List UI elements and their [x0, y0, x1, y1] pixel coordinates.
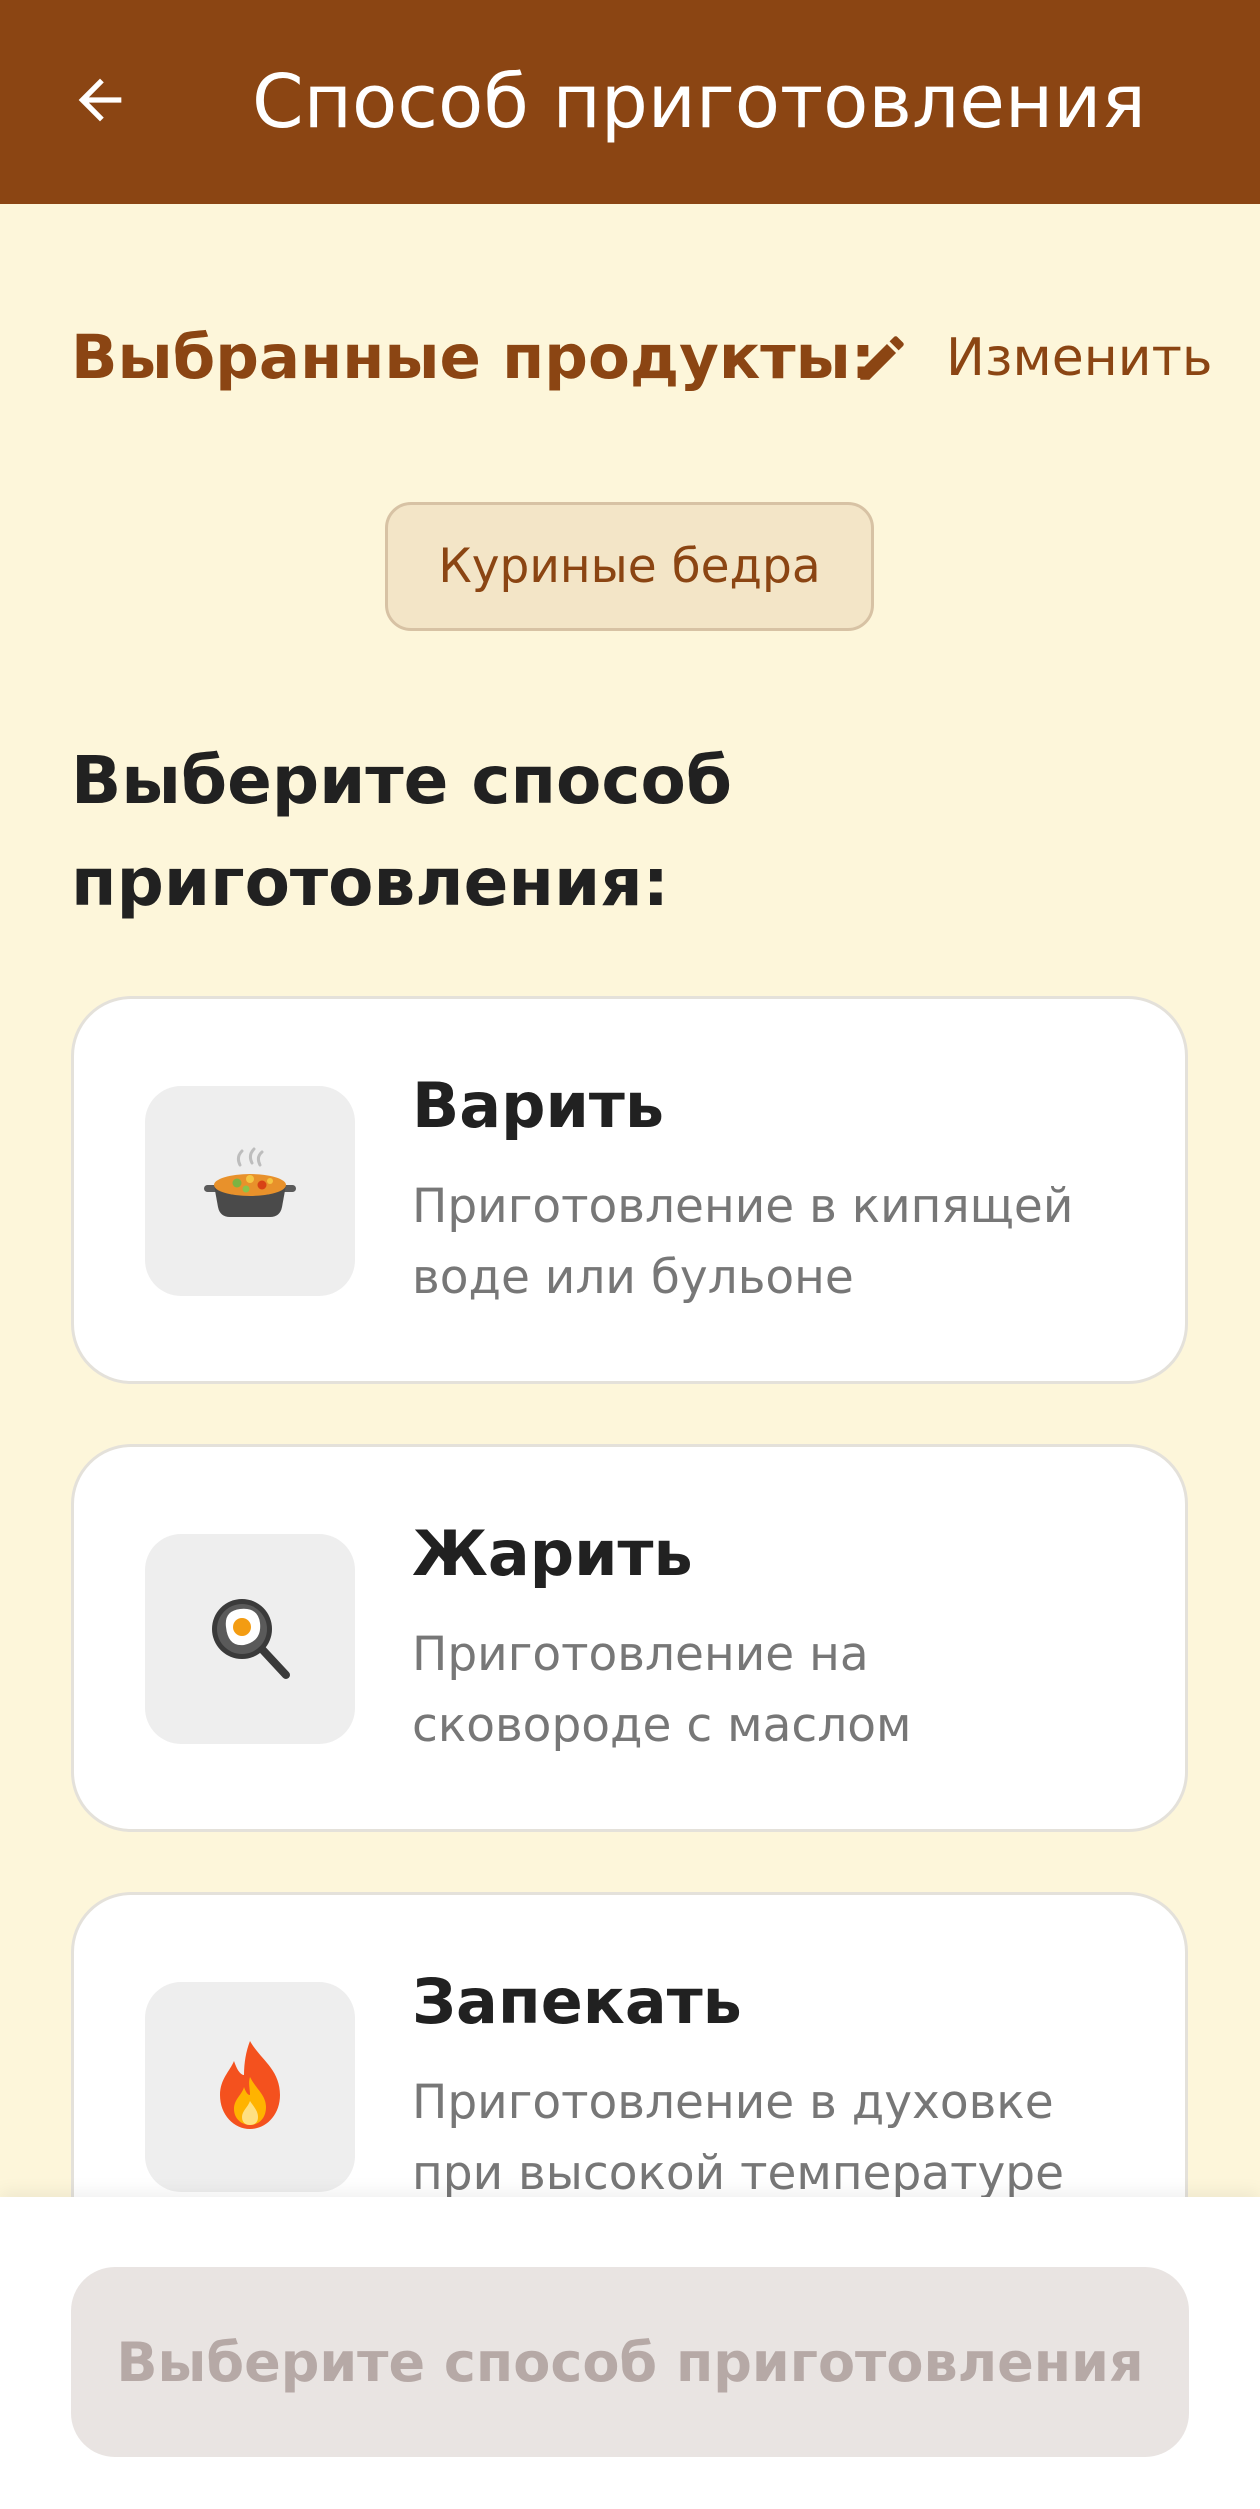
method-card-fry[interactable]: Жарить Приготовление на сковороде с масл…: [71, 1444, 1188, 1832]
fire-icon: [200, 2035, 300, 2139]
arrow-left-icon: [68, 68, 132, 136]
pot-of-food-icon: [200, 1139, 300, 1243]
method-thumb: [145, 1982, 355, 2192]
bottom-action-panel: Выберите способ приготовления: [0, 2197, 1260, 2509]
cooking-method-heading: Выберите способ приготовления:: [71, 742, 732, 921]
edit-products-button[interactable]: Изменить: [852, 318, 1213, 398]
method-title: Жарить: [412, 1517, 693, 1590]
method-description: Приготовление в духовке при высокой темп…: [412, 2075, 1065, 2201]
method-description: Приготовление в кипящей воде или бульоне: [412, 1179, 1074, 1305]
top-app-bar: Способ приготовления: [0, 0, 1260, 204]
pencil-icon: [852, 328, 912, 388]
method-thumb: [145, 1534, 355, 1744]
method-description: Приготовление на сковороде с маслом: [412, 1627, 912, 1753]
method-thumb: [145, 1086, 355, 1296]
selected-products-label: Выбранные продукты:: [71, 322, 876, 393]
method-card-boil[interactable]: Варить Приготовление в кипящей воде или …: [71, 996, 1188, 1384]
method-title: Запекать: [412, 1965, 742, 2038]
back-button[interactable]: [48, 50, 152, 154]
edit-products-label: Изменить: [946, 328, 1213, 388]
method-title: Варить: [412, 1069, 665, 1142]
page-title: Способ приготовления: [252, 59, 1146, 145]
frying-pan-icon: [200, 1587, 300, 1691]
product-chip: Куриные бедра: [385, 502, 874, 631]
choose-method-button[interactable]: Выберите способ приготовления: [71, 2267, 1189, 2457]
